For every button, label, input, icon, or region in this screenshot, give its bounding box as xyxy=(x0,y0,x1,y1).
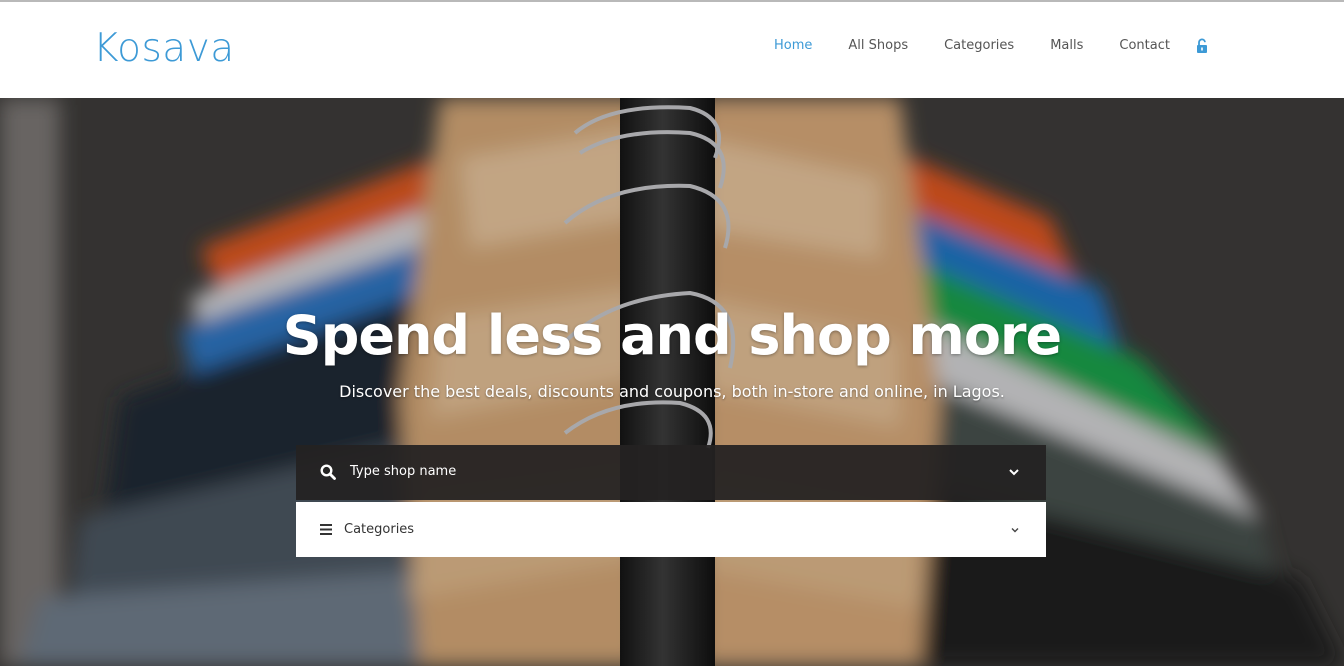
site-logo[interactable]: Kosava xyxy=(93,26,235,71)
hero-headline: Spend less and shop more xyxy=(282,304,1062,367)
menu-icon xyxy=(320,524,332,535)
shop-search-select[interactable]: Type shop name xyxy=(296,445,1046,500)
categories-select-label: Categories xyxy=(344,522,415,537)
hero-banner: Spend less and shop more Discover the be… xyxy=(0,98,1344,666)
lock-open-icon[interactable] xyxy=(1196,38,1208,54)
nav-item-contact[interactable]: Contact xyxy=(1119,38,1170,53)
main-nav: Home All Shops Categories Malls Contact xyxy=(774,38,1206,53)
nav-item-home[interactable]: Home xyxy=(774,38,812,53)
shop-search-label: Type shop name xyxy=(350,464,457,479)
nav-item-all-shops[interactable]: All Shops xyxy=(848,38,908,53)
nav-item-malls[interactable]: Malls xyxy=(1050,38,1083,53)
site-header: Kosava Home All Shops Categories Malls C… xyxy=(0,2,1344,98)
chevron-down-icon xyxy=(1011,528,1019,533)
chevron-down-icon xyxy=(1009,469,1019,476)
hero-subheadline: Discover the best deals, discounts and c… xyxy=(339,382,1005,401)
nav-item-categories[interactable]: Categories xyxy=(944,38,1014,53)
search-icon xyxy=(320,464,336,480)
categories-select[interactable]: Categories xyxy=(296,502,1046,557)
